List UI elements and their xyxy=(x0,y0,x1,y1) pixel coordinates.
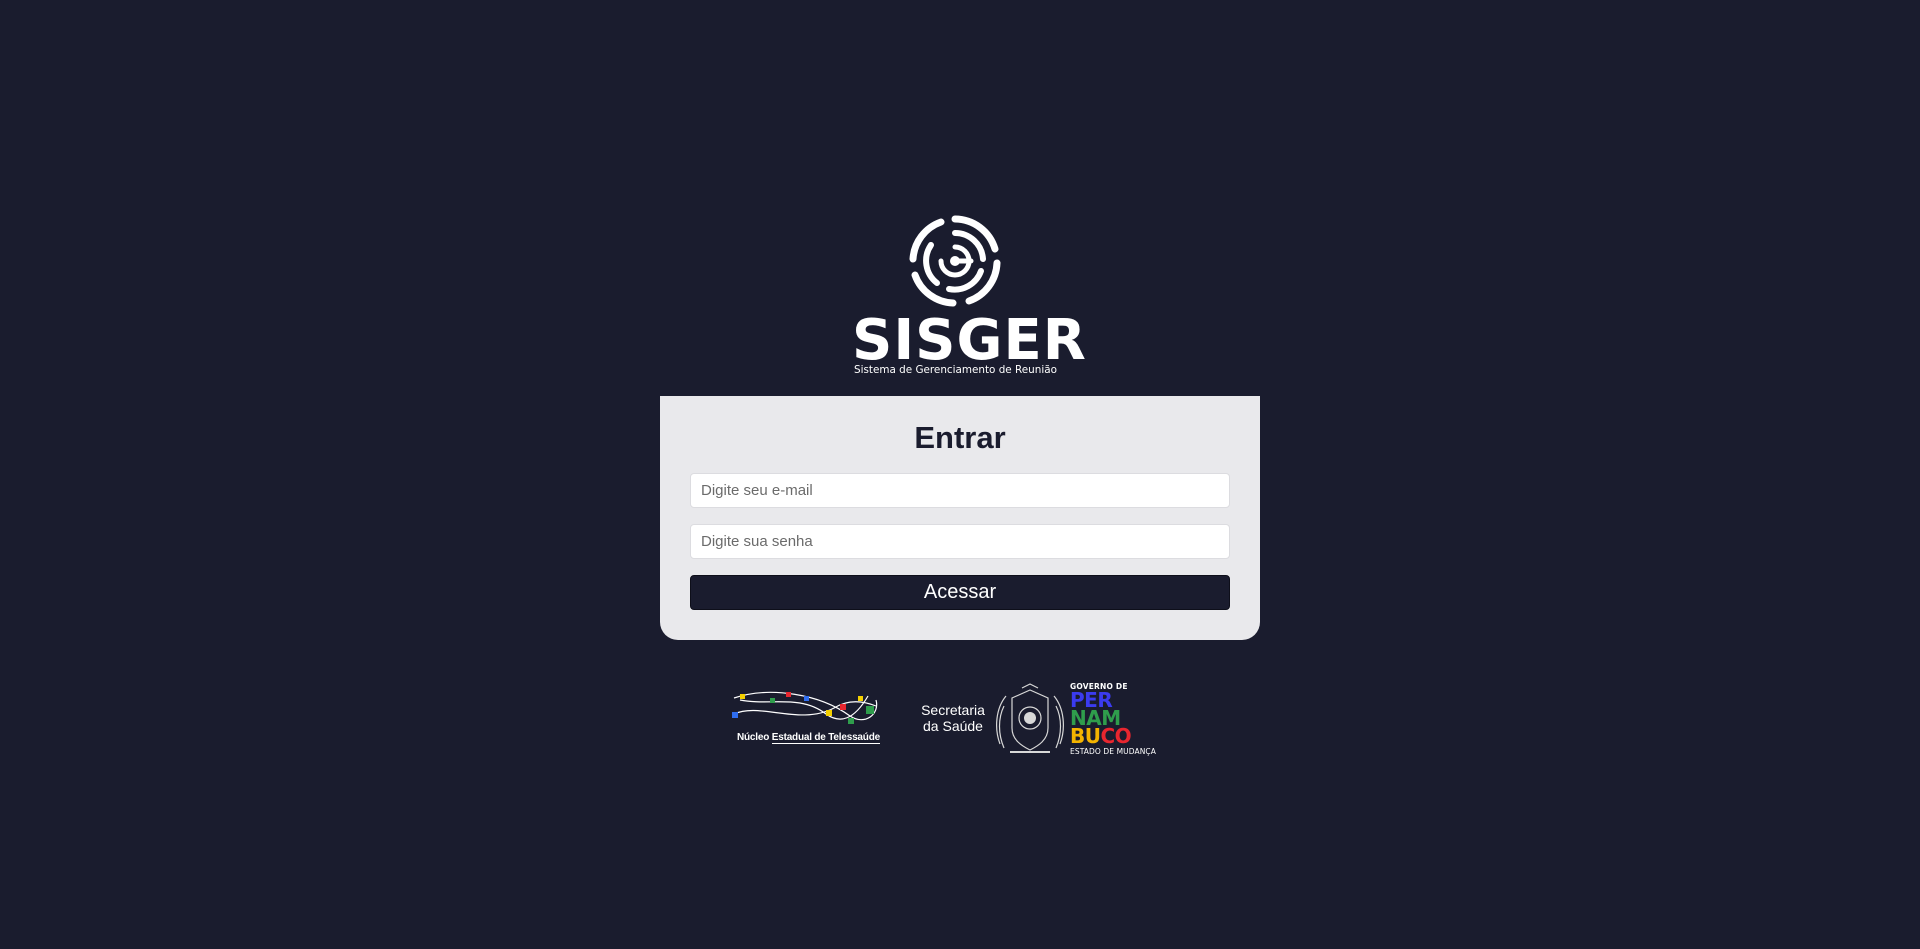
email-field[interactable] xyxy=(690,473,1230,508)
app-subtitle: Sistema de Gerenciamento de Reunião xyxy=(854,364,1057,376)
sisger-logo-icon xyxy=(909,215,1001,307)
telessaude-text-a: Núcleo xyxy=(737,732,770,743)
partner-logos: Núcleo Estadual de Telessaúde Secretaria… xyxy=(730,680,1170,760)
governo-line3a: BU xyxy=(1070,724,1101,748)
login-button[interactable]: Acessar xyxy=(690,575,1230,610)
app-logo: SISGER Sistema de Gerenciamento de Reuni… xyxy=(852,215,1087,376)
app-name: SISGER xyxy=(852,308,1087,373)
pernambuco-seal-icon xyxy=(996,683,1064,753)
password-field[interactable] xyxy=(690,524,1230,559)
secretaria-line2: da Saúde xyxy=(923,718,983,734)
governo-line3b: CO xyxy=(1100,724,1132,748)
governo-pernambuco-logo: GOVERNO DE PER NAM BUCO ESTADO DE MUDANÇ… xyxy=(1070,682,1170,758)
secretaria-saude-text: Secretaria da Saúde xyxy=(913,702,993,734)
login-page: SISGER Sistema de Gerenciamento de Reuni… xyxy=(0,0,1920,949)
secretaria-line1: Secretaria xyxy=(921,702,985,718)
telessaude-logo: Núcleo Estadual de Telessaúde xyxy=(730,686,882,746)
login-card: Entrar Acessar xyxy=(660,396,1260,640)
governo-line3: BUCO xyxy=(1070,724,1132,748)
governo-bottom: ESTADO DE MUDANÇA xyxy=(1070,747,1157,756)
telessaude-network-icon xyxy=(732,691,878,724)
telessaude-text-b: Estadual de Telessaúde xyxy=(771,732,880,744)
login-title: Entrar xyxy=(914,420,1006,455)
